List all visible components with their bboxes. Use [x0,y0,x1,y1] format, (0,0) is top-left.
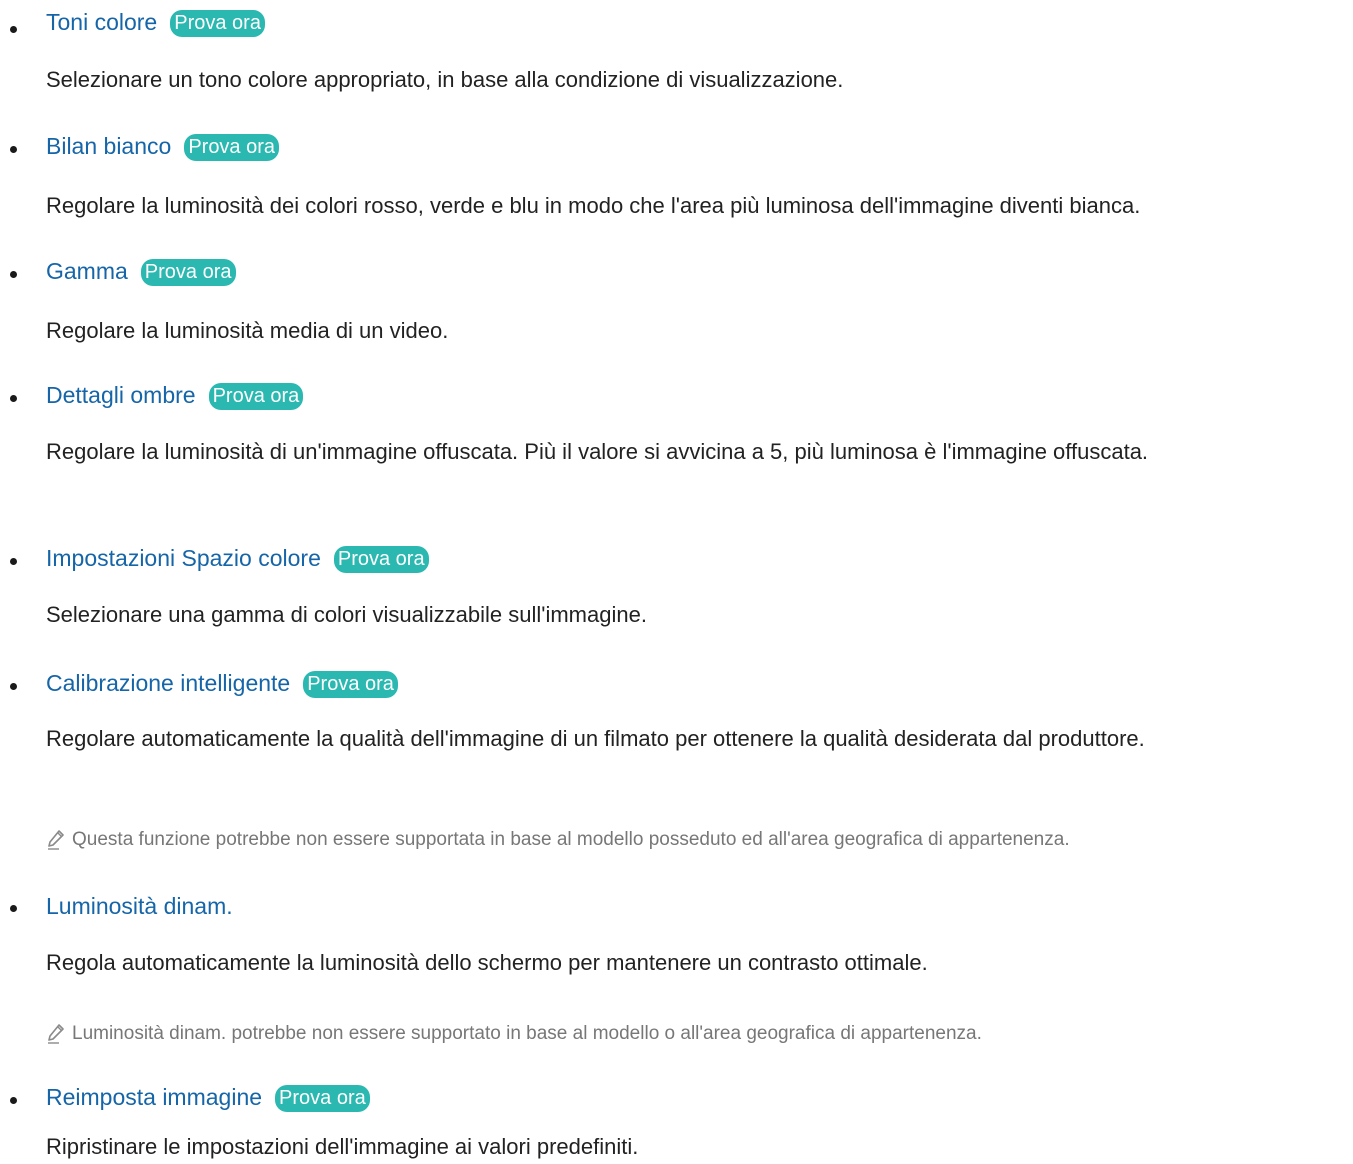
try-now-button[interactable]: Prova ora [275,1085,370,1112]
try-now-button[interactable]: Prova ora [208,383,304,410]
item-description: Selezionare una gamma di colori visualiz… [46,602,647,627]
try-now-button[interactable]: Prova ora [303,671,398,698]
item-title: Gamma Prova ora [46,258,236,286]
item-description: Regolare la luminosità di un'immagine of… [46,439,1149,464]
pencil-icon [48,830,64,850]
try-now-button[interactable]: Prova ora [140,259,236,286]
item-title: Luminosità dinam. [46,892,233,919]
item-description: Regolare la luminosità dei colori rosso,… [46,193,1141,218]
item-description: Regola automaticamente la luminosità del… [46,950,928,975]
item-title: Dettagli ombre Prova ora [46,382,304,410]
item-description: Ripristinare le impostazioni dell'immagi… [46,1134,639,1159]
item-description: Regolare automaticamente la qualità dell… [46,726,1145,751]
bullet [10,395,17,402]
note-text: Luminosità dinam. potrebbe non essere su… [72,1023,982,1044]
bullet [10,683,17,690]
bullet [10,271,17,278]
try-now-button[interactable]: Prova ora [184,134,280,161]
item-title: Toni colore Prova ora [46,9,265,37]
note: Questa funzione potrebbe non essere supp… [48,827,1345,853]
try-now-button[interactable]: Prova ora [333,546,429,573]
bullet [10,146,17,153]
bullet [10,1097,17,1104]
item-title: Calibrazione intelligente Prova ora [46,670,398,698]
item-title: Bilan bianco Prova ora [46,133,280,161]
item-description: Selezionare un tono colore appropriato, … [46,67,844,92]
item-title: Reimposta immagine Prova ora [46,1084,370,1112]
note-text: Questa funzione potrebbe non essere supp… [72,829,1070,850]
bullet [10,26,17,33]
item-description: Regolare la luminosità media di un video… [46,318,449,343]
note: Luminosità dinam. potrebbe non essere su… [48,1021,1345,1047]
pencil-icon [48,1024,64,1044]
bullet [10,558,17,565]
try-now-button[interactable]: Prova ora [170,10,265,37]
bullet [10,905,17,912]
item-title: Impostazioni Spazio colore Prova ora [46,545,429,573]
